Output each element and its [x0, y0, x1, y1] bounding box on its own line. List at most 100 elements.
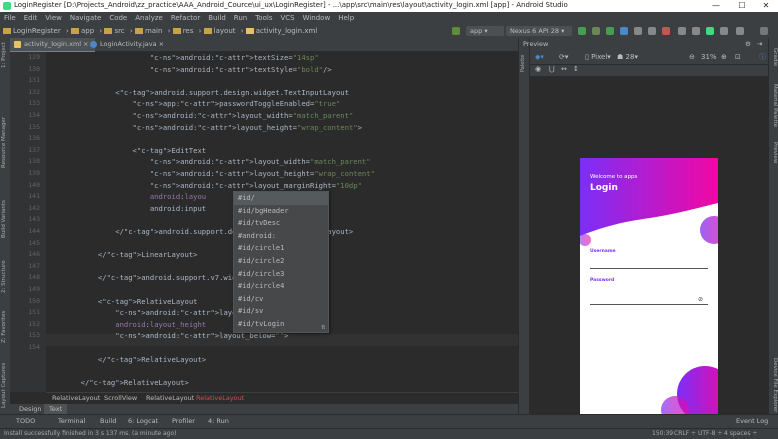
code-line[interactable]: "c-ns">android:"c-attr">textSize="14sp" [46, 52, 319, 64]
tab-activity-login[interactable]: activity_login.xml × [10, 38, 95, 53]
sdk-manager-icon[interactable] [706, 27, 714, 35]
stop-icon[interactable] [662, 27, 670, 35]
code-line[interactable]: "c-ns">app:"c-attr">passwordToggleEnable… [46, 98, 341, 110]
project-structure-icon[interactable] [736, 27, 744, 35]
menu-help[interactable]: Help [334, 12, 358, 24]
hammer-icon[interactable] [452, 27, 460, 35]
menu-refactor[interactable]: Refactor [167, 12, 204, 24]
username-input[interactable] [590, 268, 708, 269]
tool-build[interactable]: Build [100, 417, 116, 425]
code-line[interactable]: </"c-tag">LinearLayout> [46, 249, 198, 261]
search-icon[interactable] [760, 27, 768, 35]
breadcrumb-project[interactable]: LoginRegister [3, 24, 61, 38]
menu-tools[interactable]: Tools [251, 12, 276, 24]
breadcrumb-module[interactable]: › app [66, 24, 94, 38]
tool-preview[interactable]: Preview [772, 142, 778, 163]
gear-icon[interactable]: ⚙ [745, 38, 751, 51]
code-line[interactable]: android:layou [46, 191, 206, 203]
zoom-in-icon[interactable]: ⊕ [721, 53, 727, 61]
tool-gradle[interactable]: Gradle [772, 48, 778, 66]
autocomplete-popup[interactable]: #id/ #id/bgHeader #id/tvDesc #android: #id/c… [233, 191, 329, 333]
tool-todo[interactable]: TODO [16, 417, 35, 425]
autocomplete-item[interactable]: #android: [238, 232, 276, 240]
autocomplete-item[interactable]: #id/cv [238, 295, 263, 303]
code-line[interactable]: </"c-tag">RelativeLayout> [46, 354, 206, 366]
crumb-scrollview[interactable]: ScrollView [104, 394, 137, 402]
maximize-button[interactable]: ☐ [730, 0, 754, 12]
tool-profiler[interactable]: Profiler [172, 417, 195, 425]
autocomplete-item[interactable]: #id/sv [238, 307, 263, 315]
layers-icon[interactable]: ◆▾ [535, 53, 544, 61]
tab-text[interactable]: Text [44, 404, 68, 414]
info-icon[interactable]: ⓘ [759, 52, 766, 62]
breadcrumb-file[interactable]: › activity_login.xml [241, 24, 318, 38]
tool-resource-manager[interactable]: Resource Manager [1, 117, 7, 168]
code-line[interactable]: "c-ns">android:"c-attr">layout_height="w… [46, 168, 375, 180]
profile-icon[interactable] [620, 27, 628, 35]
tool-terminal[interactable]: Terminal [58, 417, 85, 425]
tool-layout-captures[interactable]: Layout Captures [1, 363, 7, 408]
api-selector[interactable]: ☗ 28▾ [617, 53, 638, 61]
code-line[interactable]: "c-ns">android:"c-attr">layout_marginRig… [46, 180, 362, 192]
layout-inspector-icon[interactable] [720, 27, 728, 35]
file-encoding[interactable]: UTF-8 ÷ [698, 430, 722, 437]
sync-icon[interactable] [678, 27, 686, 35]
password-toggle-icon[interactable]: ⊘ [698, 296, 703, 303]
debug-icon[interactable] [606, 27, 614, 35]
autocomplete-item[interactable]: #id/tvLogin [238, 320, 284, 328]
tool-run[interactable]: 4: Run [208, 417, 229, 425]
code-line[interactable]: <"c-tag">EditText [46, 145, 207, 157]
phone-preview[interactable]: Welcome to apps Login Username Password … [580, 158, 718, 419]
tool-project[interactable]: 1: Project [1, 42, 7, 68]
avd-manager-icon[interactable] [692, 27, 700, 35]
attach-debugger-icon[interactable] [634, 27, 642, 35]
horizontal-expand-icon[interactable]: ↔ [561, 65, 567, 73]
minimize-button[interactable]: — [704, 0, 728, 12]
tab-login-activity[interactable]: LoginActivity.java × [86, 38, 170, 51]
tool-logcat[interactable]: 6: Logcat [128, 417, 158, 425]
vertical-expand-icon[interactable]: ↕ [573, 65, 579, 73]
device-selector[interactable]: ▯ Pixel▾ [585, 53, 611, 61]
code-line[interactable]: </"c-tag">RelativeLayout> [46, 377, 189, 389]
crumb-relativelayout-3[interactable]: RelativeLayout [196, 394, 244, 402]
code-line[interactable]: "c-ns">android:"c-attr">layout_height="w… [46, 122, 362, 134]
crumb-relativelayout-2[interactable]: RelativeLayout [146, 394, 194, 402]
menu-run[interactable]: Run [230, 12, 251, 24]
zoom-out-icon[interactable]: ⊖ [689, 53, 695, 61]
autocomplete-item[interactable]: #id/circle4 [238, 282, 284, 290]
code-line[interactable]: "c-ns">android:"c-attr">layout_width="ma… [46, 156, 371, 168]
code-line[interactable]: <"c-tag">RelativeLayout [46, 296, 198, 308]
autocomplete-item[interactable]: #id/bgHeader [238, 207, 289, 215]
crumb-relativelayout-1[interactable]: RelativeLayout [52, 394, 100, 402]
coverage-icon[interactable] [648, 27, 656, 35]
autocomplete-item[interactable]: #id/circle1 [238, 244, 284, 252]
autocomplete-footer-icon[interactable]: π [321, 324, 325, 331]
apply-changes-icon[interactable] [592, 27, 600, 35]
magnet-icon[interactable]: ⋃ [549, 65, 555, 73]
palette-tab[interactable]: Palette [520, 55, 526, 72]
menu-file[interactable]: File [0, 12, 20, 24]
hide-icon[interactable]: ⇥ [757, 38, 762, 51]
autocomplete-item[interactable]: #id/tvDesc [238, 219, 280, 227]
breadcrumb-res[interactable]: › res [168, 24, 194, 38]
breadcrumb-layout[interactable]: › layout [199, 24, 236, 38]
menu-edit[interactable]: Edit [20, 12, 42, 24]
code-line[interactable]: </"c-tag">android.support.v7.widg [46, 272, 241, 284]
tool-event-log[interactable]: Event Log [736, 417, 768, 425]
tool-build-variants[interactable]: Build Variants [1, 200, 7, 238]
breadcrumb-src[interactable]: › src [99, 24, 124, 38]
run-config-dropdown[interactable]: app ▾ [466, 26, 504, 36]
tab-design[interactable]: Design [14, 404, 46, 414]
menu-analyze[interactable]: Analyze [131, 12, 167, 24]
cursor-position[interactable]: 150:39 [652, 430, 673, 437]
run-icon[interactable] [578, 27, 586, 35]
menu-navigate[interactable]: Navigate [66, 12, 105, 24]
orientation-icon[interactable]: ⟳▾ [559, 53, 568, 61]
tool-structure[interactable]: 2: Structure [1, 260, 7, 293]
autocomplete-item[interactable]: #id/circle3 [238, 270, 284, 278]
device-dropdown[interactable]: Nexus 6 API 28 ▾ [506, 26, 572, 36]
menu-vcs[interactable]: VCS [276, 12, 298, 24]
autocomplete-item[interactable]: #id/circle2 [238, 257, 284, 265]
eye-icon[interactable]: ◉ [535, 65, 541, 73]
breadcrumb-main[interactable]: › main [130, 24, 163, 38]
